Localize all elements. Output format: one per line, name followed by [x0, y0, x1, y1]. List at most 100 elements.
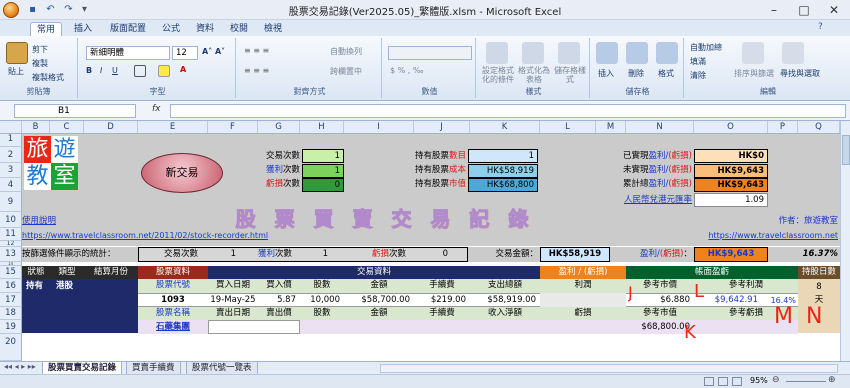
- record-ref-value[interactable]: $68,800.00: [626, 321, 690, 334]
- fx-rate-link[interactable]: 人民幣兌港元匯率: [598, 194, 692, 207]
- settle-month-filter-button[interactable]: 結算月份: [84, 266, 138, 279]
- row-header[interactable]: 10: [0, 212, 22, 228]
- page-layout-view-icon[interactable]: [718, 377, 728, 386]
- zoom-slider[interactable]: [786, 381, 826, 382]
- wrap-text-button[interactable]: 自動換列: [330, 46, 362, 57]
- format-painter-button[interactable]: 複製格式: [32, 72, 64, 83]
- row-header[interactable]: 17: [0, 293, 22, 307]
- help-icon[interactable]: ?: [818, 22, 823, 32]
- record-buy-price[interactable]: 5.87: [258, 294, 296, 307]
- column-header[interactable]: L: [540, 121, 596, 133]
- minimize-icon[interactable]: –: [760, 1, 788, 19]
- sort-filter-button[interactable]: 排序與篩選: [734, 68, 774, 79]
- column-header[interactable]: J: [414, 121, 470, 133]
- tab-formulas[interactable]: 公式: [156, 22, 186, 36]
- zoom-out-icon[interactable]: ⊖: [772, 375, 780, 385]
- zoom-level[interactable]: 95%: [750, 376, 768, 385]
- fx-rate-value[interactable]: 1.09: [694, 193, 768, 207]
- clear-button[interactable]: 清除: [690, 70, 706, 81]
- customize-toolbar-icon[interactable]: ▾: [78, 3, 91, 16]
- italic-icon[interactable]: I: [100, 66, 102, 75]
- vertical-scrollbar[interactable]: [840, 121, 850, 361]
- maximize-icon[interactable]: □: [790, 1, 818, 19]
- tab-data[interactable]: 資料: [190, 22, 220, 36]
- record-amount[interactable]: $58,700.00: [344, 294, 410, 307]
- status-filter-button[interactable]: 狀態: [22, 266, 50, 279]
- row-header[interactable]: 18: [0, 307, 22, 320]
- column-header[interactable]: G: [258, 121, 300, 133]
- format-as-table-button[interactable]: 格式化為表格: [516, 66, 552, 84]
- redo-icon[interactable]: ↷: [62, 3, 75, 16]
- sort-filter-icon[interactable]: [742, 42, 764, 64]
- cut-button[interactable]: 剪下: [32, 44, 48, 55]
- tab-insert[interactable]: 插入: [68, 22, 98, 36]
- column-header[interactable]: E: [138, 121, 208, 133]
- merge-center-button[interactable]: 跨欄置中: [330, 66, 362, 77]
- grow-font-icon[interactable]: A˄ A˅: [202, 47, 225, 56]
- row-header[interactable]: 9: [0, 192, 22, 212]
- row-header[interactable]: 13: [0, 247, 22, 262]
- autosum-button[interactable]: 自動加總: [690, 42, 722, 53]
- delete-cells-icon[interactable]: [626, 42, 648, 64]
- column-header[interactable]: Q: [798, 121, 840, 133]
- name-box[interactable]: B1: [14, 104, 136, 118]
- column-header[interactable]: P: [768, 121, 798, 133]
- zoom-in-icon[interactable]: ⊕: [828, 375, 836, 385]
- find-select-icon[interactable]: [782, 42, 804, 64]
- underline-icon[interactable]: U: [112, 66, 118, 75]
- fill-color-icon[interactable]: [158, 65, 170, 77]
- row-header[interactable]: 15: [0, 266, 22, 279]
- conditional-format-icon[interactable]: [486, 42, 508, 64]
- column-header[interactable]: M: [596, 121, 626, 133]
- save-icon[interactable]: ▪: [26, 3, 39, 16]
- row-header[interactable]: 4: [0, 178, 22, 192]
- normal-view-icon[interactable]: [704, 377, 714, 386]
- record-profit-cell[interactable]: [540, 293, 626, 307]
- format-table-icon[interactable]: [522, 42, 544, 64]
- cell-styles-button[interactable]: 儲存格樣式: [552, 66, 588, 84]
- font-name-select[interactable]: 新細明體: [86, 46, 170, 60]
- column-header[interactable]: C: [50, 121, 84, 133]
- row-header[interactable]: 3: [0, 163, 22, 178]
- record-sell-cells[interactable]: [208, 320, 300, 334]
- select-all-corner[interactable]: [0, 121, 22, 133]
- column-header[interactable]: F: [208, 121, 258, 133]
- tab-home[interactable]: 常用: [30, 22, 63, 36]
- align-left-icon[interactable]: ≡ ≡ ≡: [244, 66, 269, 75]
- vertical-scroll-thumb[interactable]: [842, 135, 850, 165]
- help-link[interactable]: 使用說明: [22, 215, 56, 228]
- row-header[interactable]: 11: [0, 228, 22, 241]
- delete-button[interactable]: 刪除: [628, 68, 644, 79]
- column-header[interactable]: K: [470, 121, 540, 133]
- sheet-tab-fees[interactable]: 買賣手續費: [126, 362, 181, 374]
- column-header[interactable]: B: [22, 121, 50, 133]
- new-trade-button[interactable]: 新交易: [141, 153, 223, 193]
- office-button[interactable]: [3, 2, 19, 18]
- font-color-icon[interactable]: A: [180, 65, 186, 74]
- font-size-select[interactable]: 12: [172, 46, 198, 60]
- record-ref-price[interactable]: $6.880: [626, 294, 690, 307]
- cell-styles-icon[interactable]: [558, 42, 580, 64]
- borders-icon[interactable]: [134, 65, 146, 77]
- record-code[interactable]: 1093: [138, 294, 208, 307]
- number-format-select[interactable]: [388, 46, 472, 60]
- bold-icon[interactable]: B: [86, 66, 92, 75]
- url-left-link[interactable]: https://www.travelclassroom.net/2011/02/…: [22, 229, 268, 242]
- column-header[interactable]: N: [626, 121, 694, 133]
- column-header[interactable]: D: [84, 121, 138, 133]
- currency-icon[interactable]: $ % , ‰: [390, 66, 424, 75]
- row-header[interactable]: 1: [0, 134, 22, 147]
- row-header[interactable]: 16: [0, 279, 22, 293]
- insert-button[interactable]: 插入: [598, 68, 614, 79]
- insert-function-icon[interactable]: fx: [152, 104, 166, 118]
- formula-input[interactable]: [170, 104, 846, 118]
- column-header[interactable]: H: [300, 121, 344, 133]
- conditional-format-button[interactable]: 設定格式化的條件: [480, 66, 516, 84]
- sheet-nav-icon[interactable]: ◂◂ ◂ ▸ ▸▸: [4, 362, 36, 371]
- type-filter-button[interactable]: 類型: [50, 266, 84, 279]
- tab-view[interactable]: 檢視: [258, 22, 288, 36]
- record-buy-date[interactable]: 19-May-25: [208, 294, 258, 307]
- paste-icon[interactable]: [6, 42, 28, 64]
- undo-icon[interactable]: ↶: [44, 3, 57, 16]
- row-header[interactable]: 20: [0, 334, 22, 361]
